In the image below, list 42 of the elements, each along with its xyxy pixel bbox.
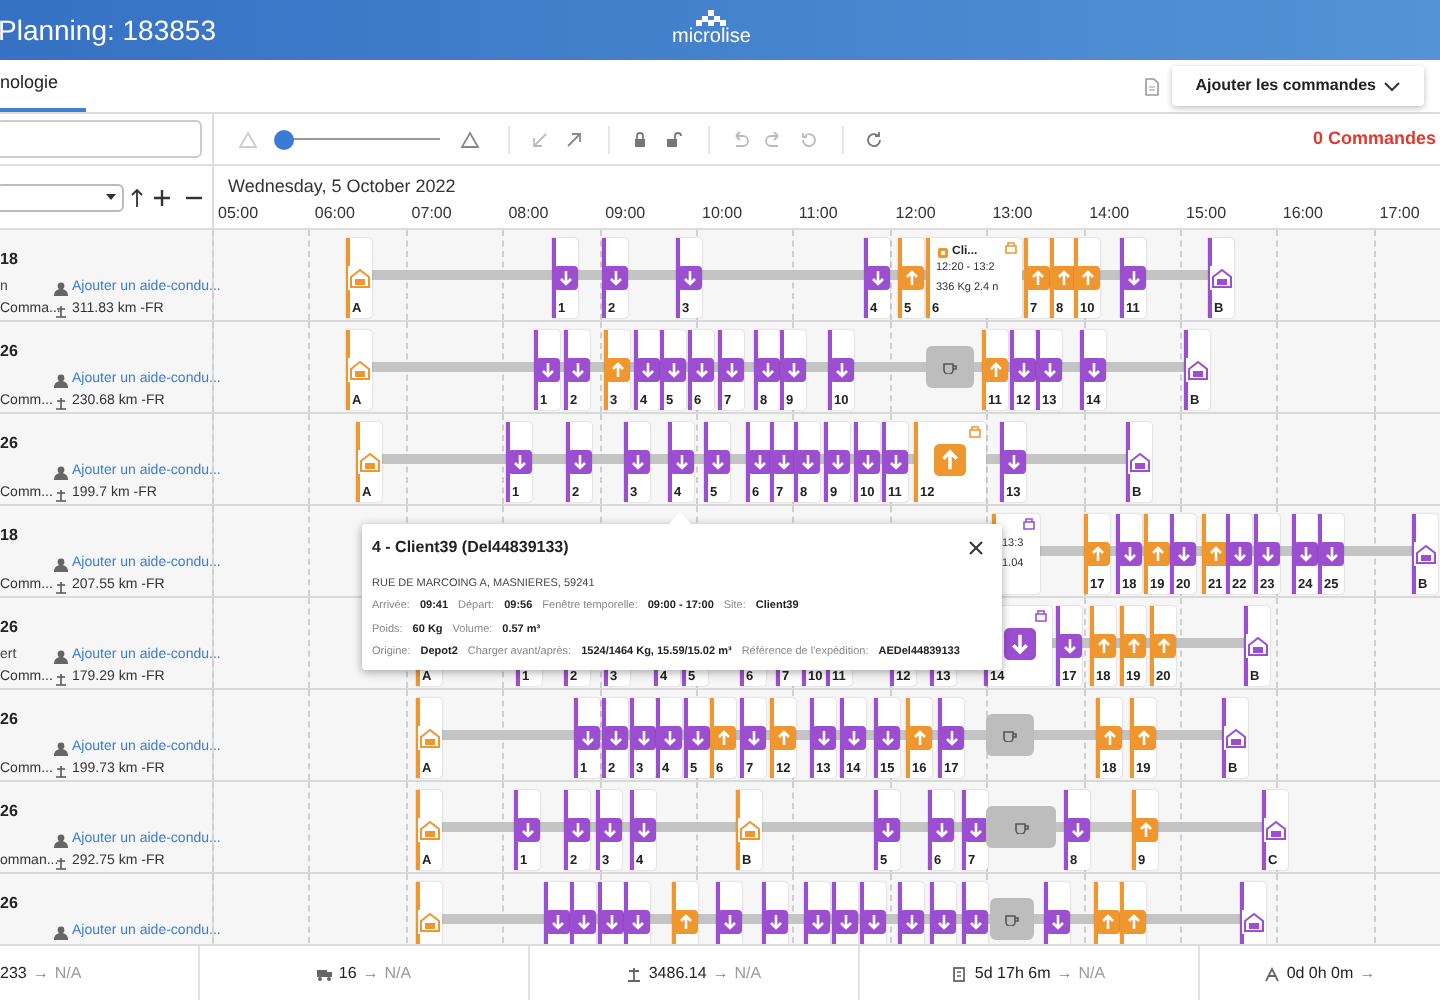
hour-label: 14:00 (1089, 202, 1130, 226)
summary-target: N/A (54, 961, 82, 985)
arrow-glyph: → (362, 961, 379, 985)
route-number: 26 (0, 708, 18, 732)
hour-label: 11:00 (798, 202, 838, 226)
orders-count: 0 Commandes (1312, 125, 1438, 152)
route-number: 18 (0, 524, 18, 548)
add-orders-button[interactable]: Ajouter les commandes (1171, 66, 1424, 106)
tab[interactable]: nologie (0, 60, 86, 112)
hour-label: 17:00 (1379, 202, 1420, 226)
hour-label: 09:00 (605, 202, 646, 226)
route-number: 26 (0, 432, 18, 456)
summary-value: 0d 0h 0m (1286, 961, 1354, 985)
summary-value: 16 (338, 961, 357, 985)
arrow-glyph: → (1056, 961, 1073, 985)
arrow-glyph: → (32, 961, 49, 985)
summary-value: 233 (0, 961, 27, 985)
summary-value: 3486.14 (648, 961, 707, 985)
hour-label: 08:00 (508, 202, 549, 226)
logo-text: microlise (672, 26, 751, 48)
date-label: Wednesday, 5 October 2022 (228, 174, 456, 200)
summary-target: N/A (1078, 961, 1106, 985)
hour-label: 16:00 (1282, 202, 1323, 226)
hour-label: 06:00 (314, 202, 355, 226)
route-number: 26 (0, 800, 18, 824)
arrow-glyph: → (712, 961, 729, 985)
tooltip-title: 4 - Client39 (Del44839133) (372, 536, 569, 560)
route-number: 26 (0, 892, 18, 916)
hour-label: 07:00 (411, 202, 452, 226)
hour-label: 10:00 (702, 202, 743, 226)
route-number: 26 (0, 340, 18, 364)
hour-label: 12:00 (895, 202, 936, 226)
hour-label: 15:00 (1186, 202, 1227, 226)
page-title: Planning: 183853 (0, 11, 216, 50)
route-number: 26 (0, 616, 18, 640)
hour-label: 05:00 (218, 202, 259, 226)
summary-value: 5d 17h 6m (974, 961, 1051, 985)
arrow-glyph: → (1359, 961, 1376, 985)
route-number: 18 (0, 248, 18, 272)
summary-target: N/A (734, 961, 762, 985)
hour-label: 13:00 (992, 202, 1033, 226)
summary-target: N/A (384, 961, 412, 985)
